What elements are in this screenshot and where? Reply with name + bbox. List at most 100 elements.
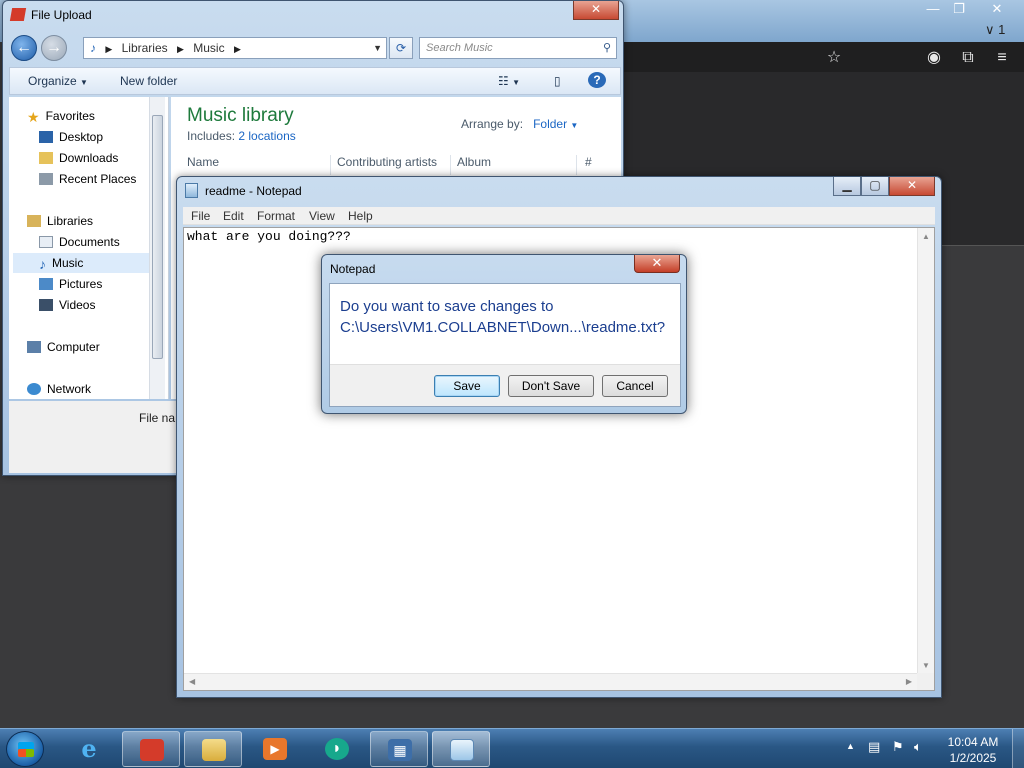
dialog-body: Do you want to save changes to C:\Users\… [329, 283, 681, 407]
forward-button[interactable]: → [41, 35, 67, 61]
videos-icon [39, 299, 53, 311]
nav-pane-scrollbar[interactable] [149, 97, 165, 399]
dialog-message-line1: Do you want to save changes to [340, 298, 554, 315]
column-header-contributing-artists[interactable]: Contributing artists [337, 155, 451, 175]
locations-link[interactable]: 2 locations [238, 129, 295, 143]
music-folder-icon: ♪ [90, 41, 96, 55]
clock-time: 10:04 AM [947, 735, 999, 749]
network-icon[interactable]: ▤ [868, 739, 880, 768]
search-icon[interactable]: ⚲ [603, 38, 611, 58]
menu-edit[interactable]: Edit [223, 209, 244, 223]
column-header-album[interactable]: Album [457, 155, 577, 175]
volume-icon[interactable]: 🔈︎ [914, 739, 922, 768]
music-icon: ♪ [39, 256, 46, 272]
breadcrumb-libraries[interactable]: Libraries [122, 41, 168, 55]
network-icon [27, 383, 41, 395]
save-button[interactable]: Save [434, 375, 500, 397]
nav-item-documents[interactable]: Documents [39, 232, 189, 252]
star-icon[interactable]: ☆ [824, 48, 844, 68]
taskbar: e ▶ ◗ ▦ ▲ ▤ ⚑ 🔈︎ 10:04 AM 1/2/2025 [0, 728, 1024, 768]
command-bar: Organize ▼ New folder ☷ ▼ ▯ ? [9, 67, 621, 95]
nav-item-recent-places[interactable]: Recent Places [39, 169, 189, 189]
editor-content[interactable]: what are you doing??? [187, 229, 351, 244]
documents-icon [39, 236, 53, 248]
save-changes-dialog: Notepad ✕ Do you want to save changes to… [321, 254, 687, 414]
menu-view[interactable]: View [309, 209, 335, 223]
browser-close-button[interactable]: ✕ [982, 0, 1012, 20]
scroll-down-icon[interactable]: ▼ [922, 661, 930, 670]
menu-bar: File Edit Format View Help [183, 207, 935, 225]
dropdown-arrow-icon[interactable]: ▼ [373, 38, 382, 58]
close-button[interactable]: ✕ [889, 177, 935, 196]
nav-item-pictures[interactable]: Pictures [39, 274, 189, 294]
tab-count: 1 [998, 22, 1006, 37]
close-button[interactable]: ✕ [573, 1, 619, 20]
dropdown-arrow-icon: ▼ [80, 78, 88, 87]
new-folder-button[interactable]: New folder [120, 74, 177, 88]
organize-button[interactable]: Organize ▼ [28, 74, 88, 88]
menu-icon[interactable]: ≡ [992, 48, 1012, 68]
column-header-track-number[interactable]: # [585, 155, 615, 175]
search-input[interactable]: Search Music ⚲ [419, 37, 617, 59]
menu-file[interactable]: File [191, 209, 210, 223]
address-bar[interactable]: ♪ ▶ Libraries ▶ Music ▶ ▼ [83, 37, 387, 59]
breadcrumb-music[interactable]: Music [193, 41, 224, 55]
window-title: readme - Notepad [205, 184, 302, 198]
show-desktop-button[interactable] [1012, 729, 1024, 768]
media-player-icon: ▶ [263, 738, 287, 760]
dialog-close-button[interactable]: ✕ [634, 255, 680, 273]
minimize-button[interactable]: ▁ [833, 177, 861, 196]
internet-explorer-icon: e [81, 734, 97, 763]
cancel-button[interactable]: Cancel [602, 375, 668, 397]
scroll-left-icon[interactable]: ◀ [189, 677, 195, 686]
taskbar-media-center[interactable]: ▶ [246, 731, 304, 767]
tab-list-button[interactable]: ∨ 1 [985, 22, 1005, 38]
nav-item-music[interactable]: ♪ Music [13, 253, 151, 273]
vertical-scrollbar[interactable]: ▲ ▼ [917, 228, 934, 674]
nav-item-videos[interactable]: Videos [39, 295, 189, 315]
profile-icon[interactable]: ◉ [924, 48, 944, 68]
preview-pane-icon[interactable]: ▯ [554, 74, 561, 88]
taskbar-browser[interactable] [122, 731, 180, 767]
search-placeholder: Search Music [426, 42, 493, 54]
folder-icon [202, 739, 226, 761]
back-button[interactable]: ← [11, 35, 37, 61]
recent-places-icon [39, 173, 53, 185]
clock[interactable]: 10:04 AM 1/2/2025 [940, 734, 1006, 766]
start-button[interactable] [6, 731, 44, 767]
pictures-icon [39, 278, 53, 290]
notepad-icon [185, 183, 198, 198]
app-icon [9, 8, 27, 21]
dont-save-button[interactable]: Don't Save [508, 375, 594, 397]
menu-help[interactable]: Help [348, 209, 373, 223]
action-center-flag-icon[interactable]: ⚑ [892, 739, 904, 768]
horizontal-scrollbar[interactable]: ◀ ▶ [184, 673, 917, 690]
maximize-button[interactable]: ▢ [861, 177, 889, 196]
taskbar-explorer[interactable] [184, 731, 242, 767]
chevron-right-icon: ▶ [176, 44, 184, 54]
nav-item-desktop[interactable]: Desktop [39, 127, 189, 147]
extensions-icon[interactable]: ⧉ [958, 48, 978, 68]
menu-format[interactable]: Format [257, 209, 295, 223]
dialog-message-path: C:\Users\VM1.COLLABNET\Down...\readme.tx… [340, 319, 666, 336]
nav-item-downloads[interactable]: Downloads [39, 148, 189, 168]
dialog-message: Do you want to save changes to C:\Users\… [340, 296, 665, 338]
taskbar-movie-maker[interactable]: ▦ [370, 731, 428, 767]
taskbar-notepad[interactable] [432, 731, 490, 767]
file-name-label: File na [139, 411, 176, 425]
window-title: File Upload [31, 8, 92, 22]
taskbar-chat-app[interactable]: ◗ [308, 731, 366, 767]
scrollbar-thumb[interactable] [152, 115, 163, 359]
column-header-name[interactable]: Name [187, 155, 331, 175]
arrange-by-dropdown[interactable]: Folder ▼ [533, 117, 578, 131]
taskbar-internet-explorer[interactable]: e [60, 731, 118, 767]
chevron-right-icon: ▶ [105, 44, 113, 54]
browser-restore-button[interactable]: ❐ [944, 0, 974, 20]
scroll-up-icon[interactable]: ▲ [922, 232, 930, 241]
chevron-right-icon: ▶ [233, 44, 241, 54]
view-options-icon[interactable]: ☷ ▼ [498, 74, 520, 88]
scroll-right-icon[interactable]: ▶ [906, 677, 912, 686]
show-hidden-icons[interactable]: ▲ [846, 741, 855, 768]
help-icon[interactable]: ? [588, 72, 606, 88]
refresh-button[interactable]: ⟳ [389, 37, 413, 59]
